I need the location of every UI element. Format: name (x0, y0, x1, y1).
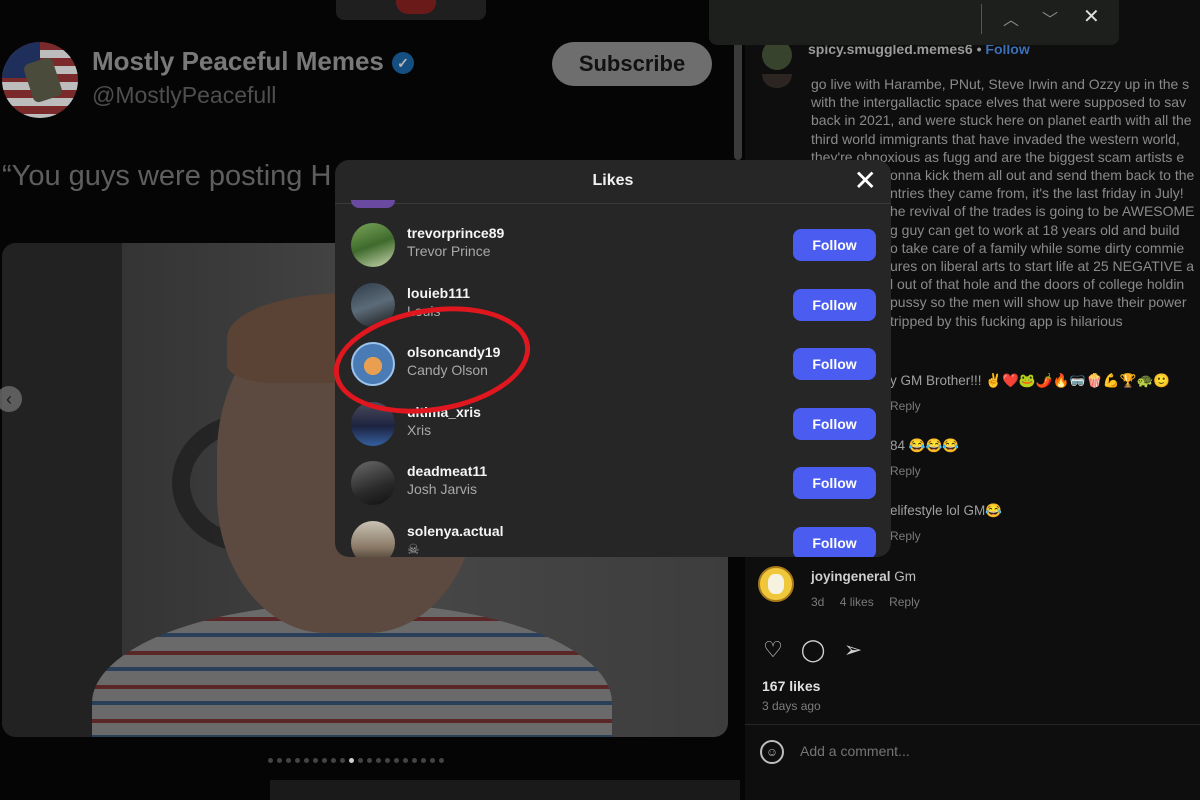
carousel-dot[interactable] (376, 758, 381, 763)
follow-button[interactable]: Follow (793, 289, 876, 321)
like-full-name: Trevor Prince (407, 243, 491, 259)
carousel-dot[interactable] (385, 758, 390, 763)
carousel-dot[interactable] (412, 758, 417, 763)
comment-meta: Reply (890, 529, 933, 543)
user-avatar[interactable] (351, 461, 395, 505)
carousel-dot[interactable] (286, 758, 291, 763)
top-thumbnail (336, 0, 486, 20)
find-bar: ︿ ﹀ ✕ (709, 0, 1119, 45)
bottom-thumbnails (270, 780, 740, 800)
reply-link[interactable]: Reply (889, 595, 920, 609)
heart-icon[interactable]: ♡ (760, 637, 786, 663)
share-icon[interactable]: ➢ (840, 637, 866, 663)
comment-age: 3d (811, 595, 825, 609)
carousel-dot[interactable] (304, 758, 309, 763)
close-icon[interactable]: ✕ (854, 166, 877, 196)
posted-ago: 3 days ago (762, 699, 821, 713)
account-name[interactable]: Mostly Peaceful Memes (92, 46, 384, 77)
comment-meta: Reply (890, 464, 933, 478)
carousel-dot[interactable] (349, 758, 354, 763)
caption-line: go live with Harambe, PNut, Steve Irwin … (811, 76, 1190, 92)
comment-meta: Reply (890, 399, 933, 413)
carousel-dot[interactable] (340, 758, 345, 763)
comment-text: 84 😂😂😂 (890, 438, 960, 453)
user-avatar[interactable] (351, 521, 395, 557)
chevron-down-icon[interactable]: ﹀ (1042, 6, 1058, 30)
account-handle: @MostlyPeacefull (92, 82, 277, 108)
carousel-dot[interactable] (421, 758, 426, 763)
like-username[interactable]: trevorprince89 (407, 225, 504, 241)
divider (745, 724, 1200, 725)
verified-badge-icon: ✓ (392, 52, 414, 74)
likes-list-item[interactable]: deadmeat11 Josh Jarvis Follow (335, 453, 891, 513)
comment-input[interactable] (800, 743, 1190, 759)
like-username[interactable]: deadmeat11 (407, 463, 487, 479)
user-avatar[interactable] (351, 223, 395, 267)
caption-line: back in 2021, and were stuck here on pla… (811, 112, 1192, 129)
comment-text: y GM Brother!!! ✌️❤️🐸🌶️🔥🥽🍿💪🏆🐢🙂 (890, 373, 1171, 388)
find-bar-divider (981, 4, 982, 34)
follow-button[interactable]: Follow (793, 348, 876, 380)
carousel-dot[interactable] (439, 758, 444, 763)
carousel-dot[interactable] (358, 758, 363, 763)
follow-button[interactable]: Follow (793, 527, 876, 557)
reply-link[interactable]: Reply (890, 399, 921, 413)
caption-line: with the intergallactic space elves that… (811, 94, 1187, 111)
tweet-quote-text: “You guys were posting H (2, 160, 332, 192)
carousel-dot[interactable] (295, 758, 300, 763)
account-avatar[interactable] (2, 42, 78, 118)
carousel-dot[interactable] (394, 758, 399, 763)
like-full-name: Josh Jarvis (407, 481, 478, 497)
comment-body: Gm (894, 569, 917, 584)
commenter-username[interactable]: joyingeneral (811, 569, 891, 584)
close-icon[interactable]: ✕ (1083, 4, 1100, 29)
likes-list-item[interactable]: trevorprince89 Trevor Prince Follow (335, 215, 891, 275)
likes-modal-title: Likes (592, 172, 634, 189)
reply-link[interactable]: Reply (890, 529, 921, 543)
carousel-dot[interactable] (322, 758, 327, 763)
carousel-dot[interactable] (313, 758, 318, 763)
carousel-dot[interactable] (367, 758, 372, 763)
user-avatar (351, 200, 395, 208)
follow-button[interactable]: Follow (793, 467, 876, 499)
carousel-dot[interactable] (403, 758, 408, 763)
comment-icon[interactable]: ◯ (800, 637, 826, 663)
caption-line: third world immigrants that have invaded… (811, 130, 1180, 147)
post-actions: ♡ ◯ ➢ (760, 637, 866, 663)
like-username[interactable]: louieb111 (407, 285, 470, 301)
chevron-up-icon[interactable]: ︿ (1003, 6, 1019, 30)
carousel-dots (268, 758, 444, 763)
likes-count[interactable]: 167 likes (762, 678, 820, 694)
carousel-dot[interactable] (430, 758, 435, 763)
comment-likes[interactable]: 4 likes (840, 595, 874, 609)
carousel-dot[interactable] (277, 758, 282, 763)
commenter-avatar[interactable] (758, 566, 794, 602)
reply-link[interactable]: Reply (890, 464, 921, 478)
carousel-dot[interactable] (331, 758, 336, 763)
follow-button[interactable]: Follow (793, 408, 876, 440)
carousel-dot[interactable] (268, 758, 273, 763)
like-full-name: ☠ (407, 541, 420, 557)
comment-text: elifestyle lol GM😂 (890, 503, 1003, 518)
comment-meta: 3d 4 likes Reply (811, 595, 932, 609)
like-username[interactable]: solenya.actual (407, 523, 504, 539)
follow-button[interactable]: Follow (793, 229, 876, 261)
comment-text: joyingeneral Gm (811, 569, 916, 584)
likes-list-item[interactable]: solenya.actual ☠ Follow (335, 513, 891, 557)
subscribe-button[interactable]: Subscribe (552, 42, 712, 86)
likes-modal-header: Likes ✕ (335, 160, 891, 208)
photo-background (2, 243, 122, 737)
like-full-name: Xris (407, 422, 432, 438)
emoji-icon[interactable]: ☺ (760, 740, 784, 764)
